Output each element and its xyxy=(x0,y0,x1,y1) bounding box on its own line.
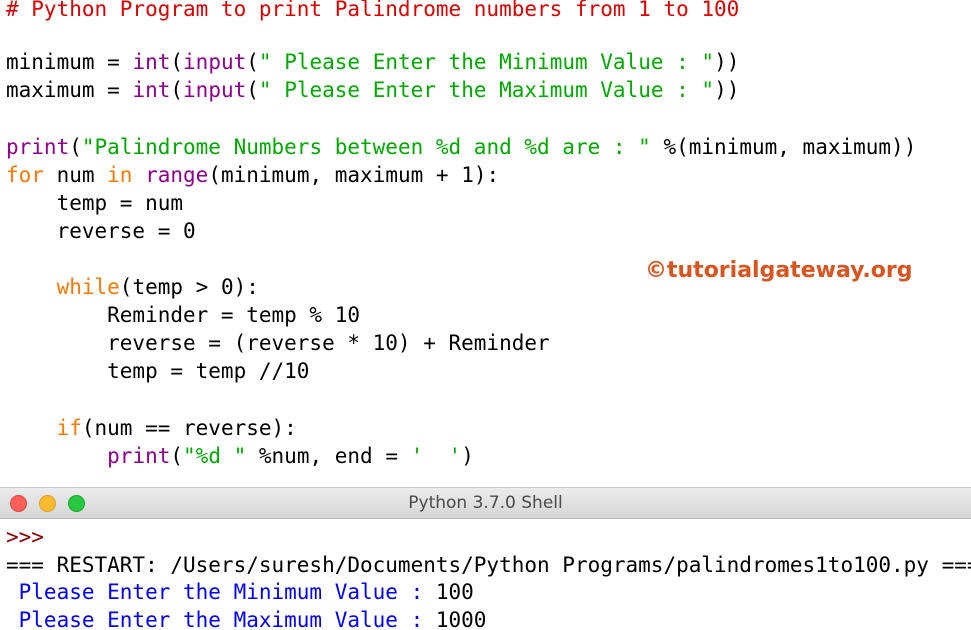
code-line-if: if(num == reverse): xyxy=(6,414,297,442)
code-token: temp = num xyxy=(6,191,184,215)
code-token: in xyxy=(107,163,133,187)
code-line-minimum: minimum = int(input(" Please Enter the M… xyxy=(6,48,739,76)
code-token: Reminder = temp % 10 xyxy=(6,303,361,327)
code-line-reminder: Reminder = temp % 10 xyxy=(6,301,360,329)
code-token: "Palindrome Numbers between %d and %d ar… xyxy=(81,135,651,159)
shell-restart-line: === RESTART: /Users/suresh/Documents/Pyt… xyxy=(6,553,971,577)
code-token: range xyxy=(145,163,209,187)
code-line-print-header: print("Palindrome Numbers between %d and… xyxy=(6,133,916,161)
shell-max-label: Please Enter the Maximum Value : xyxy=(6,608,436,630)
shell-max-value: 1000 xyxy=(435,608,487,630)
shell-window-title: Python 3.7.0 Shell xyxy=(408,493,563,513)
shell-titlebar[interactable]: Python 3.7.0 Shell xyxy=(0,487,971,519)
code-token: )) xyxy=(714,50,740,74)
code-token: reverse = 0 xyxy=(6,219,196,243)
code-line-reverse-calc: reverse = (reverse * 10) + Reminder xyxy=(6,329,550,357)
code-token: int xyxy=(132,50,171,74)
code-token: ( xyxy=(170,78,184,102)
watermark: ©tutorialgateway.org xyxy=(645,258,913,283)
shell-max-input-line: Please Enter the Maximum Value : 1000 xyxy=(6,606,487,630)
code-token: ' ' xyxy=(410,444,462,468)
code-token: )) xyxy=(714,78,740,102)
code-token: print xyxy=(107,444,171,468)
code-token: %num, end = xyxy=(246,444,411,468)
code-line-comment: # Python Program to print Palindrome num… xyxy=(6,0,739,23)
code-token: input xyxy=(183,50,247,74)
shell-min-value: 100 xyxy=(435,580,474,604)
code-token: minimum = xyxy=(6,50,133,74)
comment-text: # Python Program to print Palindrome num… xyxy=(6,0,740,21)
code-token: ( xyxy=(170,50,184,74)
code-token: "%d " xyxy=(183,444,247,468)
code-line-while: while(temp > 0): xyxy=(6,273,259,301)
code-line-temp: temp = num xyxy=(6,189,183,217)
code-token: for xyxy=(6,163,44,187)
code-token: (num == reverse): xyxy=(81,416,297,440)
code-line-reverse: reverse = 0 xyxy=(6,217,196,245)
code-token: while xyxy=(56,275,120,299)
shell-min-input-line: Please Enter the Minimum Value : 100 xyxy=(6,578,474,606)
shell-min-label: Please Enter the Minimum Value : xyxy=(6,580,436,604)
code-token: ( xyxy=(246,50,259,74)
code-token: reverse = (reverse * 10) + Reminder xyxy=(6,331,550,355)
shell-output[interactable]: >>> === RESTART: /Users/suresh/Documents… xyxy=(0,519,971,630)
code-token: num xyxy=(43,163,108,187)
code-line-print-num: print("%d " %num, end = ' ') xyxy=(6,442,474,470)
code-token: (minimum, maximum + 1): xyxy=(208,163,500,187)
code-token: " Please Enter the Minimum Value : " xyxy=(258,50,715,74)
code-token: ( xyxy=(170,444,184,468)
code-token: int xyxy=(132,78,171,102)
code-token: temp = temp //10 xyxy=(6,359,310,383)
code-token: " Please Enter the Maximum Value : " xyxy=(258,78,715,102)
code-token: %(minimum, maximum)) xyxy=(650,135,917,159)
code-token: (temp > 0): xyxy=(119,275,259,299)
code-token: if xyxy=(56,416,82,440)
code-token: ( xyxy=(246,78,259,102)
code-token: input xyxy=(183,78,247,102)
code-token: ( xyxy=(69,135,82,159)
code-token: maximum = xyxy=(6,78,133,102)
code-line-temp-div: temp = temp //10 xyxy=(6,357,309,385)
code-token: print xyxy=(6,135,70,159)
code-line-maximum: maximum = int(input(" Please Enter the M… xyxy=(6,76,739,104)
code-editor[interactable]: # Python Program to print Palindrome num… xyxy=(0,0,971,487)
code-token: ) xyxy=(461,444,474,468)
code-line-for: for num in range(minimum, maximum + 1): xyxy=(6,161,499,189)
shell-prompt: >>> xyxy=(6,525,44,549)
